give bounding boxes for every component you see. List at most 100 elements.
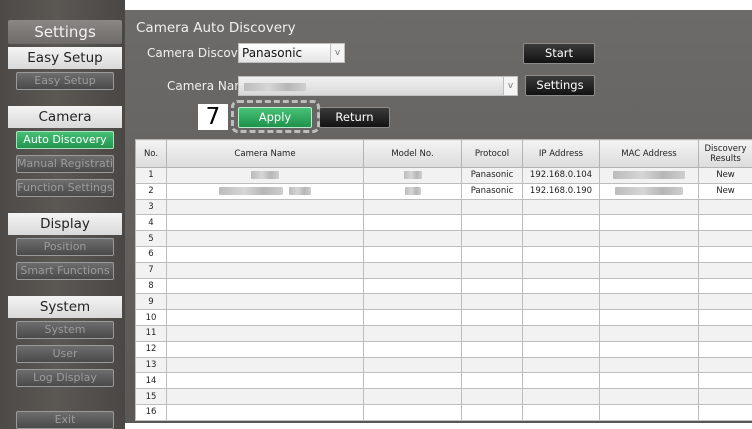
page-title: Camera Auto Discovery xyxy=(136,20,296,36)
cell-mac-address xyxy=(599,182,699,200)
table-row[interactable]: 9 xyxy=(135,293,752,311)
table-row[interactable]: 16 xyxy=(135,403,752,421)
table-row[interactable]: 13 xyxy=(135,356,752,374)
cell-camera-name xyxy=(166,388,364,405)
settings-button[interactable]: Settings xyxy=(525,75,595,96)
redacted-value xyxy=(219,186,283,195)
cell-ip-address xyxy=(522,372,600,390)
cell-ip-address xyxy=(522,261,600,279)
sidebar-title: Settings xyxy=(8,20,122,44)
cell-protocol xyxy=(461,261,523,279)
cell-model-no xyxy=(363,356,462,374)
cell-discovery-result xyxy=(698,372,752,390)
cell-protocol xyxy=(461,293,523,311)
sidebar-item-smart-functions[interactable]: Smart Functions xyxy=(16,262,114,280)
cell-model-no xyxy=(363,261,462,279)
cell-model-no xyxy=(363,167,462,184)
column-header-ip-address: IP Address xyxy=(522,139,600,168)
sidebar-heading-system: System xyxy=(8,296,122,318)
cell-no: 2 xyxy=(135,182,167,200)
table-row[interactable]: 8 xyxy=(135,277,752,295)
cell-ip-address xyxy=(522,388,600,405)
table-row[interactable]: 3 xyxy=(135,198,752,216)
cell-no: 12 xyxy=(135,340,167,358)
sidebar-item-manual-registration[interactable]: Manual Registration xyxy=(16,155,114,173)
cell-mac-address xyxy=(599,277,699,295)
table-row[interactable]: 5 xyxy=(135,230,752,247)
cell-protocol xyxy=(461,403,523,421)
table-row[interactable]: 2 Panasonic 192.168.0.190 New xyxy=(135,182,752,200)
sidebar-heading-camera: Camera xyxy=(8,106,122,128)
cell-camera-name xyxy=(166,372,364,390)
cell-discovery-result xyxy=(698,261,752,279)
cell-ip-address xyxy=(522,356,600,374)
camera-discovery-value: Panasonic xyxy=(242,46,303,60)
sidebar-item-function-settings[interactable]: Function Settings xyxy=(16,179,114,197)
cell-mac-address xyxy=(599,245,699,263)
sidebar-item-log-display[interactable]: Log Display xyxy=(16,369,114,387)
camera-name-select[interactable]: v xyxy=(238,76,518,96)
column-header-protocol: Protocol xyxy=(461,139,523,168)
cell-protocol: Panasonic xyxy=(461,167,523,184)
sidebar: Settings Easy Setup Easy Setup Camera Au… xyxy=(0,0,125,429)
cell-camera-name xyxy=(166,324,364,342)
cell-mac-address xyxy=(599,403,699,421)
cell-protocol xyxy=(461,214,523,232)
return-button[interactable]: Return xyxy=(319,107,390,128)
cell-protocol xyxy=(461,356,523,374)
redacted-value xyxy=(615,186,683,195)
sidebar-item-position[interactable]: Position xyxy=(16,238,114,256)
cell-protocol xyxy=(461,277,523,295)
cell-model-no xyxy=(363,214,462,232)
cell-camera-name xyxy=(166,167,364,184)
cell-protocol: Panasonic xyxy=(461,182,523,200)
table-row[interactable]: 7 xyxy=(135,261,752,279)
cell-no: 9 xyxy=(135,293,167,311)
start-button[interactable]: Start xyxy=(523,43,595,64)
cell-model-no xyxy=(363,293,462,311)
step-number-callout: 7 xyxy=(198,104,228,130)
cell-ip-address xyxy=(522,245,600,263)
cell-discovery-result: New xyxy=(698,182,752,200)
table-row[interactable]: 10 xyxy=(135,309,752,326)
cell-protocol xyxy=(461,245,523,263)
column-header-no: No. xyxy=(135,139,167,168)
cell-ip-address xyxy=(522,277,600,295)
redacted-value xyxy=(403,170,422,179)
cell-discovery-result xyxy=(698,198,752,216)
cell-camera-name xyxy=(166,403,364,421)
cell-mac-address xyxy=(599,309,699,326)
cell-discovery-result xyxy=(698,309,752,326)
cell-no: 11 xyxy=(135,324,167,342)
camera-discovery-select[interactable]: Panasonic v xyxy=(238,43,345,63)
sidebar-item-user[interactable]: User xyxy=(16,345,114,363)
table-row[interactable]: 12 xyxy=(135,340,752,358)
cell-discovery-result xyxy=(698,214,752,232)
sidebar-item-easy-setup[interactable]: Easy Setup xyxy=(16,72,114,90)
sidebar-item-system[interactable]: System xyxy=(16,321,114,339)
table-row[interactable]: 11 xyxy=(135,324,752,342)
cell-mac-address xyxy=(599,324,699,342)
table-row[interactable]: 1 Panasonic 192.168.0.104 New xyxy=(135,167,752,184)
cell-ip-address xyxy=(522,293,600,311)
table-row[interactable]: 6 xyxy=(135,245,752,263)
cell-model-no xyxy=(363,230,462,247)
exit-button[interactable]: Exit xyxy=(16,411,114,429)
redacted-value xyxy=(251,170,279,179)
table-row[interactable]: 15 xyxy=(135,388,752,405)
cell-model-no xyxy=(363,198,462,216)
cell-ip-address xyxy=(522,309,600,326)
sidebar-item-auto-discovery[interactable]: Auto Discovery xyxy=(16,131,114,149)
sidebar-heading-easy-setup: Easy Setup xyxy=(8,47,122,69)
cell-mac-address xyxy=(599,372,699,390)
cell-camera-name xyxy=(166,245,364,263)
cell-protocol xyxy=(461,340,523,358)
cell-no: 8 xyxy=(135,277,167,295)
table-row[interactable]: 14 xyxy=(135,372,752,390)
cell-discovery-result xyxy=(698,293,752,311)
table-row[interactable]: 4 xyxy=(135,214,752,232)
cell-ip-address xyxy=(522,214,600,232)
cell-camera-name xyxy=(166,198,364,216)
redacted-value xyxy=(404,186,421,195)
chevron-down-icon: v xyxy=(330,44,344,62)
